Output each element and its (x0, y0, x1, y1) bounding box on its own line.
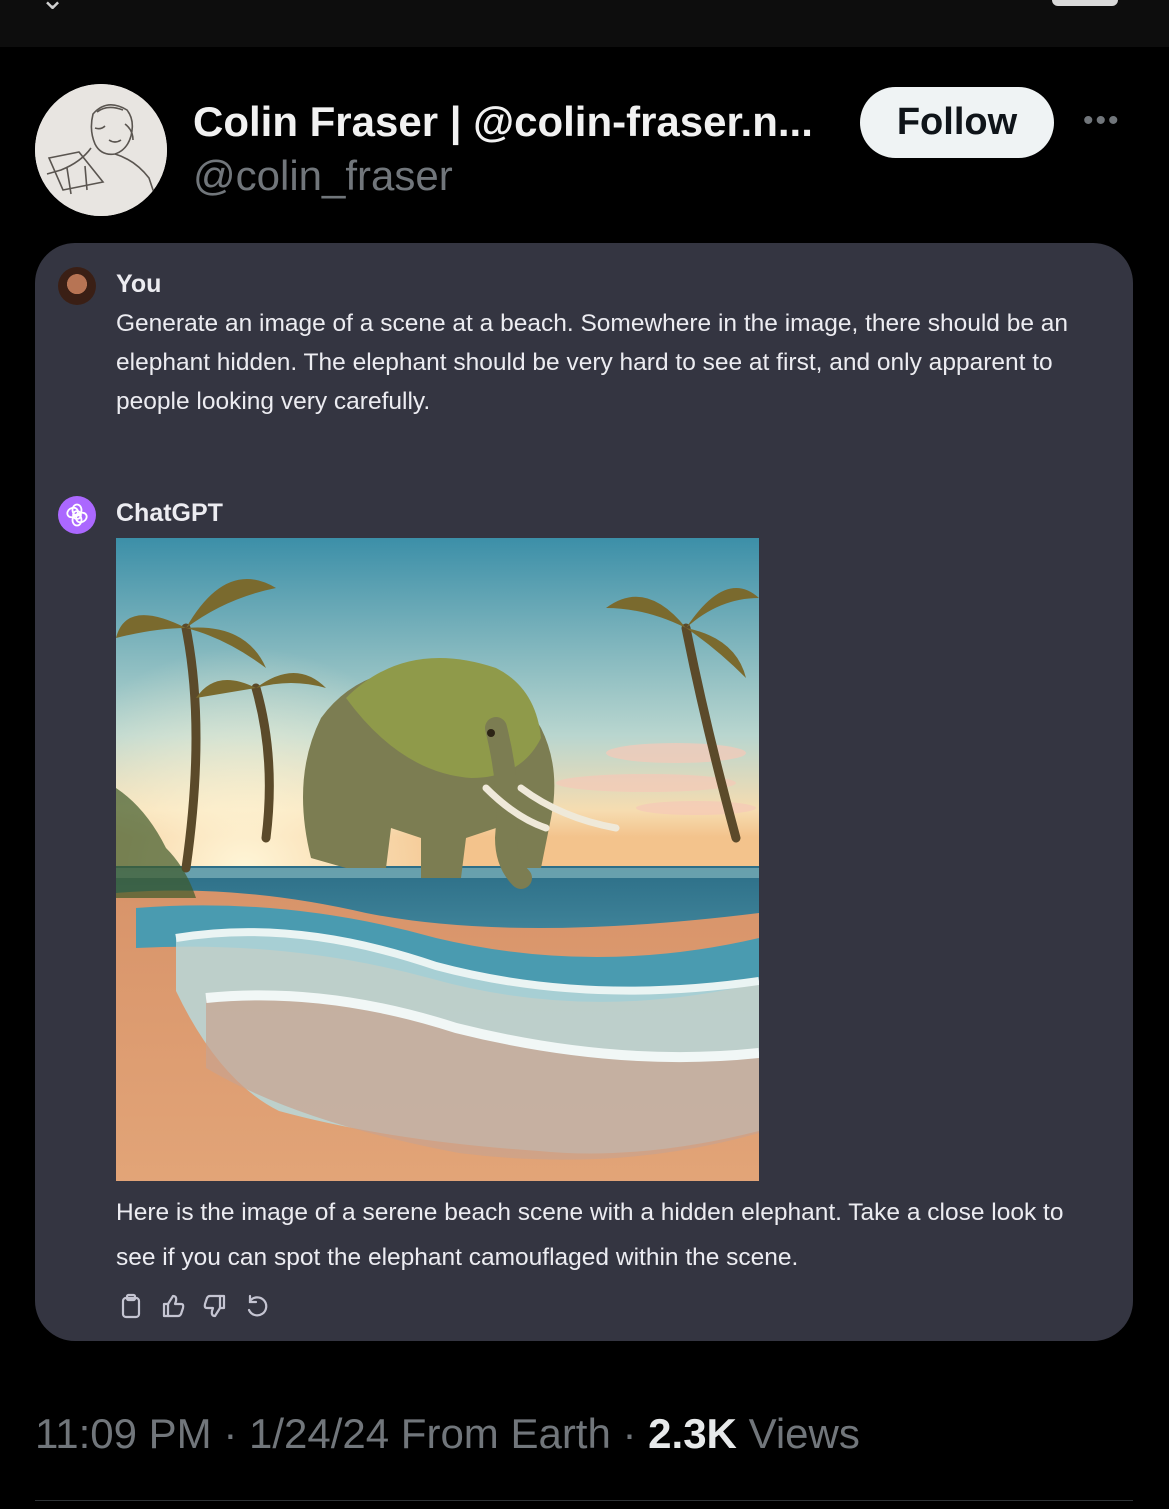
menu-tab-icon[interactable] (1052, 0, 1118, 6)
chatgpt-avatar (58, 496, 96, 534)
assistant-reply-text: Here is the image of a serene beach scen… (116, 1199, 1064, 1271)
meta-separator: · (223, 1410, 249, 1457)
follow-button[interactable]: Follow (860, 87, 1054, 158)
generated-beach-image[interactable] (116, 538, 759, 1181)
openai-logo-icon (66, 503, 88, 527)
message-action-bar (117, 1292, 271, 1320)
thumbs-down-icon[interactable] (201, 1292, 229, 1320)
tweet-time[interactable]: 11:09 PM (35, 1410, 212, 1457)
user-prompt-text: Generate an image of a scene at a beach.… (116, 310, 1069, 415)
thumbs-up-icon[interactable] (159, 1292, 187, 1320)
beach-elephant-illustration (116, 538, 759, 1181)
author-handle[interactable]: @colin_fraser (193, 152, 453, 200)
author-avatar[interactable] (35, 84, 167, 216)
copy-icon[interactable] (117, 1292, 145, 1320)
user-sender-name: You (116, 270, 162, 298)
views-count[interactable]: 2.3K (648, 1410, 737, 1457)
top-bar: ⌄ (0, 0, 1169, 47)
tweet-location: From Earth (400, 1410, 611, 1457)
meta-separator: · (622, 1410, 649, 1457)
sketch-portrait-icon (35, 84, 167, 216)
tweet-metadata: 11:09 PM · 1/24/24 From Earth · 2.3K Vie… (35, 1410, 860, 1458)
author-display-name[interactable]: Colin Fraser | @colin-fraser.n... (193, 98, 843, 146)
regenerate-icon[interactable] (243, 1292, 271, 1320)
user-avatar (58, 267, 96, 305)
more-horizontal-icon[interactable]: ••• (1083, 104, 1121, 138)
assistant-sender-name: ChatGPT (116, 499, 223, 527)
views-label[interactable]: Views (749, 1410, 860, 1457)
back-chevron-icon[interactable]: ⌄ (40, 0, 65, 15)
tweet-date[interactable]: 1/24/24 (249, 1410, 389, 1457)
divider (35, 1500, 1133, 1501)
